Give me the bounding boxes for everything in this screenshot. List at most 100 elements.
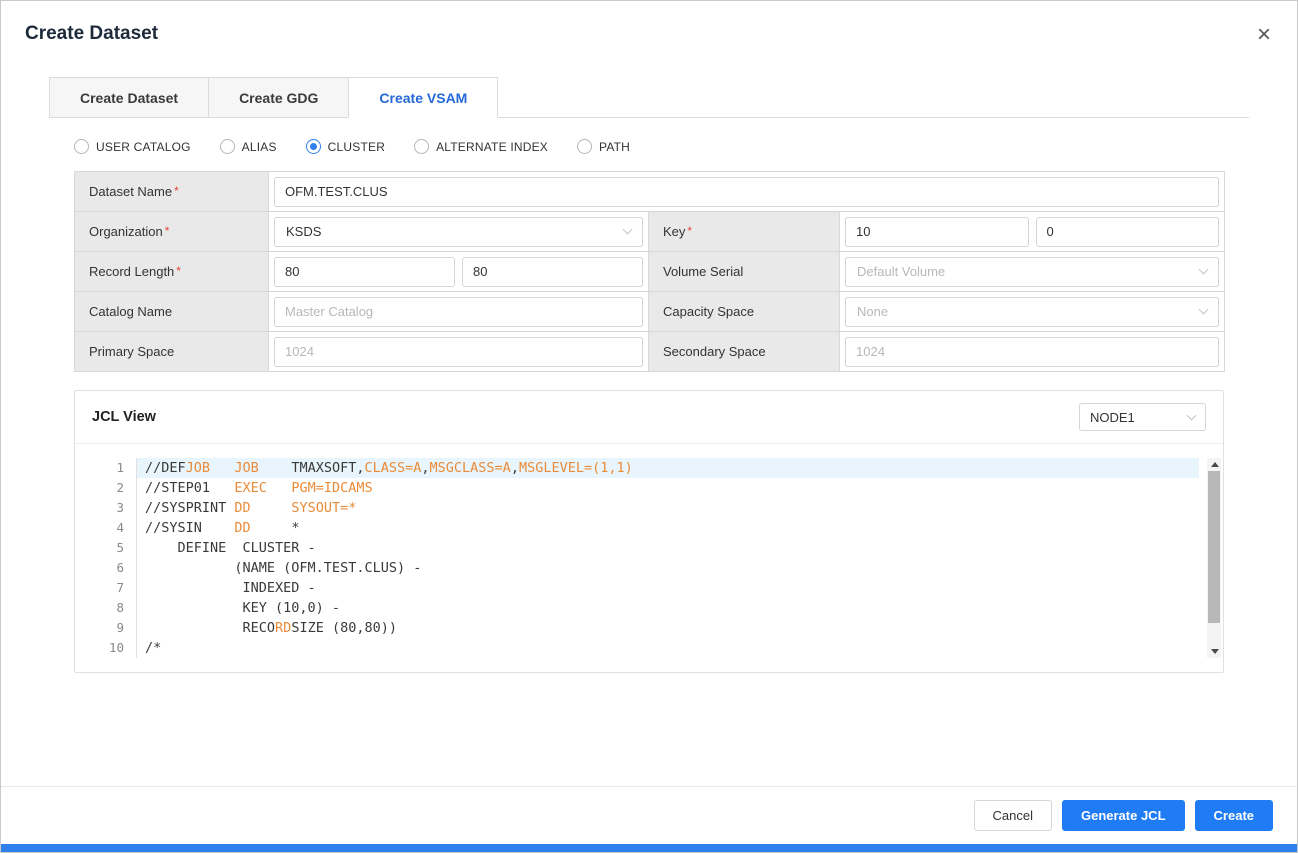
record-length-label: Record Length * bbox=[74, 251, 269, 292]
code-line[interactable]: 3 //SYSPRINT DD SYSOUT=* bbox=[92, 498, 1199, 518]
code-line[interactable]: 4 //SYSIN DD * bbox=[92, 518, 1199, 538]
radio-path[interactable]: PATH bbox=[577, 139, 630, 154]
table-row: Organization * KSDS Key * bbox=[74, 211, 1226, 252]
radio-alias[interactable]: ALIAS bbox=[219, 139, 277, 154]
code-line[interactable]: 5 DEFINE CLUSTER - bbox=[92, 538, 1199, 558]
table-row: Primary Space Secondary Space bbox=[74, 331, 1226, 372]
radio-user-catalog[interactable]: USER CATALOG bbox=[74, 139, 191, 154]
jcl-editor-lines: 1//DEFJOB JOB TMAXSOFT,CLASS=A,MSGCLASS=… bbox=[92, 458, 1199, 658]
line-number: 9 bbox=[92, 618, 137, 638]
radio-icon bbox=[219, 139, 235, 154]
line-number: 2 bbox=[92, 478, 137, 498]
secondary-space-label: Secondary Space bbox=[648, 331, 840, 372]
code-line[interactable]: 2 //STEP01 EXEC PGM=IDCAMS bbox=[92, 478, 1199, 498]
code-line-text: //SYSPRINT DD SYSOUT=* bbox=[145, 500, 357, 516]
radio-icon bbox=[577, 139, 593, 154]
modal-footer: Cancel Generate JCL Create bbox=[1, 786, 1297, 844]
capacity-space-placeholder: None bbox=[857, 304, 889, 319]
cancel-button[interactable]: Cancel bbox=[973, 800, 1052, 831]
radio-label: CLUSTER bbox=[327, 139, 386, 154]
page-accent-bar bbox=[1, 844, 1297, 852]
create-dataset-modal: Create Dataset × Create Dataset Create GD… bbox=[1, 1, 1297, 844]
organization-select[interactable]: KSDS bbox=[274, 216, 643, 247]
organization-select-value: KSDS bbox=[286, 224, 322, 239]
line-number: 8 bbox=[92, 598, 137, 618]
radio-icon bbox=[305, 139, 321, 154]
code-line[interactable]: 1//DEFJOB JOB TMAXSOFT,CLASS=A,MSGCLASS=… bbox=[92, 458, 1199, 478]
jcl-view-header: JCL View NODE1 bbox=[75, 391, 1223, 444]
catalog-name-input[interactable] bbox=[274, 296, 643, 327]
volume-serial-label: Volume Serial bbox=[648, 251, 840, 292]
code-line-text: (NAME (OFM.TEST.CLUS) - bbox=[145, 560, 422, 576]
tab-create-gdg[interactable]: Create GDG bbox=[208, 77, 350, 118]
vsam-form-table: Dataset Name* Organization* KSDS Key* bbox=[74, 171, 1226, 372]
code-line-text: /* bbox=[145, 640, 162, 656]
key-length-input[interactable] bbox=[845, 216, 1029, 247]
table-row: Catalog Name Capacity Space None bbox=[74, 291, 1226, 332]
radio-label: ALIAS bbox=[241, 139, 277, 154]
editor-scrollbar[interactable] bbox=[1207, 458, 1221, 658]
record-length-max-input[interactable] bbox=[462, 256, 643, 287]
close-icon[interactable]: × bbox=[1257, 23, 1271, 47]
secondary-space-input[interactable] bbox=[845, 336, 1220, 367]
code-line[interactable]: 9 RECORDSIZE (80,80)) bbox=[92, 618, 1199, 638]
generate-jcl-button[interactable]: Generate JCL bbox=[1061, 800, 1185, 831]
code-line[interactable]: 10 /* bbox=[92, 638, 1199, 658]
code-line[interactable]: 6 (NAME (OFM.TEST.CLUS) - bbox=[92, 558, 1199, 578]
primary-space-label: Primary Space bbox=[74, 331, 269, 372]
radio-alternate-index[interactable]: ALTERNATE INDEX bbox=[414, 139, 548, 154]
dataset-name-label: Dataset Name * bbox=[74, 171, 269, 212]
chevron-down-icon bbox=[1186, 410, 1197, 420]
line-number: 1 bbox=[92, 458, 137, 478]
radio-label: USER CATALOG bbox=[96, 139, 191, 154]
create-button[interactable]: Create bbox=[1194, 800, 1273, 831]
scrollbar-thumb[interactable] bbox=[1208, 471, 1220, 623]
chevron-down-icon bbox=[1198, 264, 1209, 275]
capacity-space-select[interactable]: None bbox=[845, 296, 1220, 327]
code-line-text: //DEFJOB JOB TMAXSOFT,CLASS=A,MSGCLASS=A… bbox=[137, 458, 1199, 478]
radio-cluster[interactable]: CLUSTER bbox=[305, 139, 386, 154]
scroll-up-icon[interactable] bbox=[1207, 458, 1221, 472]
jcl-view-section: JCL View NODE1 1//DEFJOB JOB TMAXSOFT,CL… bbox=[74, 390, 1224, 673]
primary-space-input[interactable] bbox=[274, 336, 643, 367]
tab-bar: Create Dataset Create GDG Create VSAM bbox=[49, 77, 1249, 118]
vsam-type-radio-group: USER CATALOG ALIAS CLUSTER ALTERNATE INDEX P… bbox=[49, 118, 1249, 171]
line-number: 5 bbox=[92, 538, 137, 558]
chevron-down-icon bbox=[1198, 304, 1209, 315]
jcl-code-editor[interactable]: 1//DEFJOB JOB TMAXSOFT,CLASS=A,MSGCLASS=… bbox=[92, 458, 1221, 658]
radio-label: ALTERNATE INDEX bbox=[436, 139, 549, 154]
code-line[interactable]: 8 KEY (10,0) - bbox=[92, 598, 1199, 618]
code-line-text: DEFINE CLUSTER - bbox=[145, 540, 316, 556]
key-offset-input[interactable] bbox=[1035, 216, 1220, 247]
modal-body: Create Dataset Create GDG Create VSAM USER… bbox=[49, 77, 1249, 673]
catalog-name-label: Catalog Name bbox=[74, 291, 269, 332]
code-line-text: //STEP01 EXEC PGM=IDCAMS bbox=[145, 480, 373, 496]
volume-serial-select[interactable]: Default Volume bbox=[845, 256, 1220, 287]
required-mark: * bbox=[176, 264, 181, 278]
capacity-space-label: Capacity Space bbox=[648, 291, 840, 332]
line-number: 4 bbox=[92, 518, 137, 538]
key-label: Key * bbox=[648, 211, 840, 252]
jcl-view-title: JCL View bbox=[92, 409, 156, 425]
line-number: 6 bbox=[92, 558, 137, 578]
tab-create-vsam[interactable]: Create VSAM bbox=[348, 77, 499, 118]
code-line-text: //SYSIN DD * bbox=[145, 520, 300, 536]
record-length-avg-input[interactable] bbox=[274, 256, 455, 287]
required-mark: * bbox=[164, 224, 170, 238]
table-row: Dataset Name * bbox=[74, 171, 1226, 212]
dataset-name-input[interactable] bbox=[274, 176, 1220, 207]
code-line[interactable]: 7 INDEXED - bbox=[92, 578, 1199, 598]
table-row: Record Length* Volume Serial Default Vol… bbox=[74, 251, 1226, 292]
node-select-value: NODE1 bbox=[1090, 409, 1135, 425]
scroll-down-icon[interactable] bbox=[1207, 644, 1221, 658]
line-number: 7 bbox=[92, 578, 137, 598]
page-title: Create Dataset bbox=[25, 23, 159, 44]
node-select[interactable]: NODE1 bbox=[1079, 403, 1206, 431]
organization-label: Organization * bbox=[74, 211, 269, 252]
code-line-text: INDEXED - bbox=[145, 580, 316, 596]
required-mark: * bbox=[687, 224, 693, 238]
chevron-down-icon bbox=[622, 224, 633, 235]
line-number: 10 bbox=[92, 638, 137, 658]
required-mark: * bbox=[174, 184, 179, 198]
tab-create-dataset[interactable]: Create Dataset bbox=[49, 77, 210, 118]
